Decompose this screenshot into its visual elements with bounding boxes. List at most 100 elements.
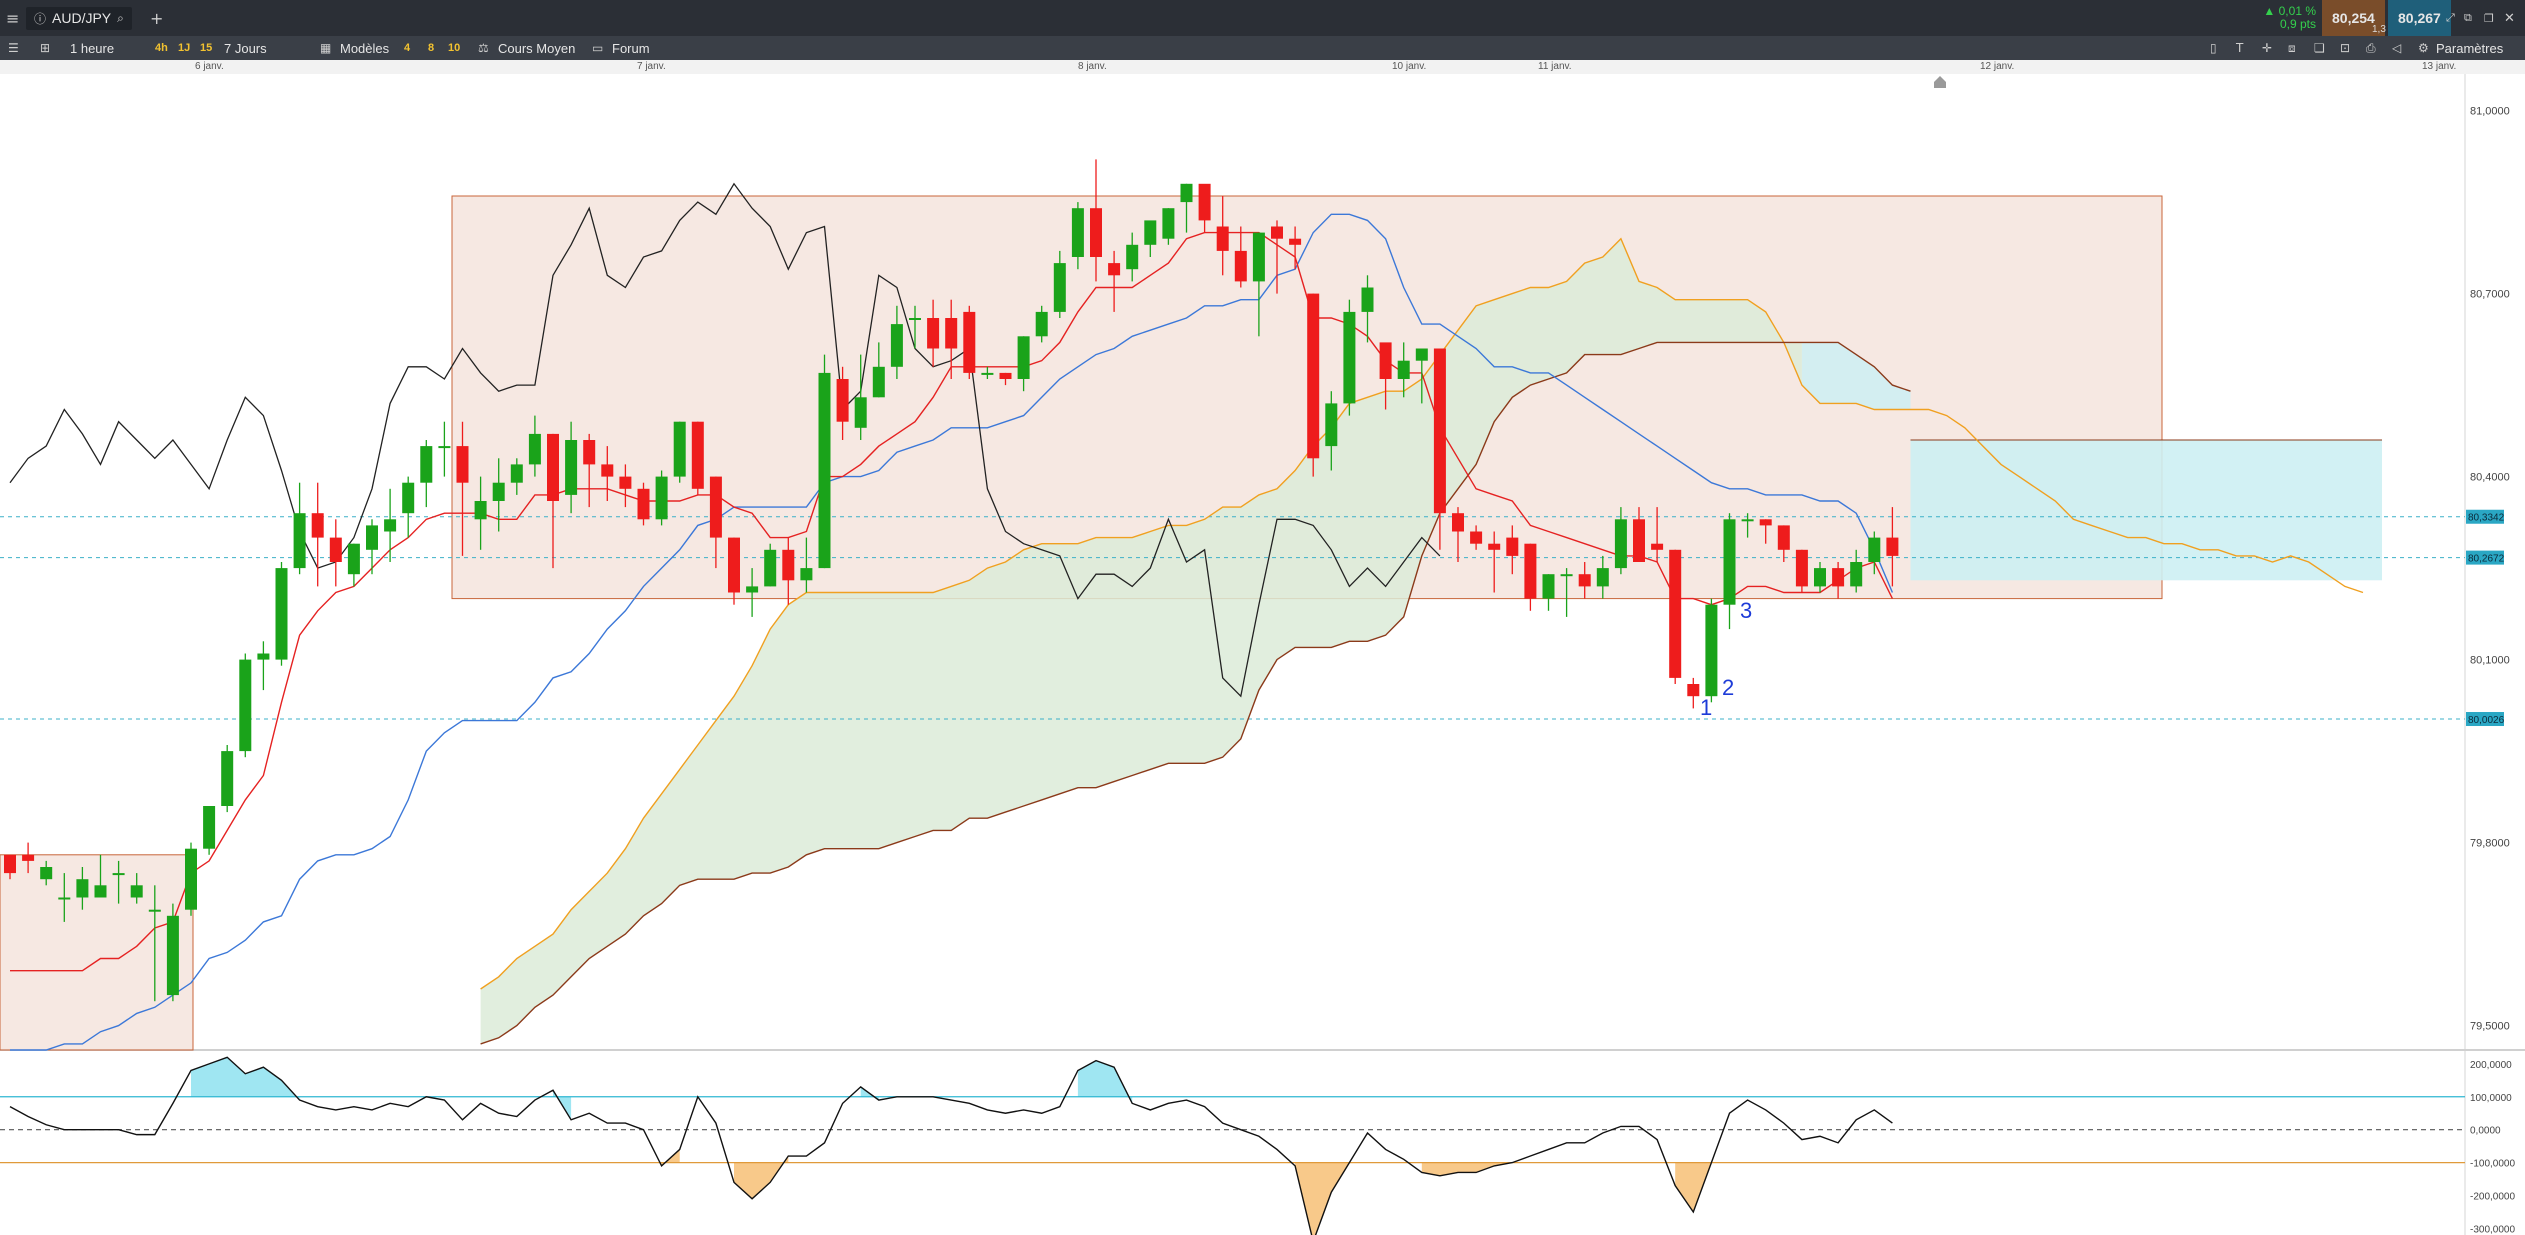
candle-body bbox=[1053, 263, 1066, 312]
ask-price[interactable]: 80,267 bbox=[2388, 0, 2451, 36]
text-tool-icon[interactable]: T bbox=[2236, 36, 2243, 60]
candle-body bbox=[1307, 293, 1320, 459]
tf-button-1j[interactable]: 1J bbox=[178, 36, 190, 60]
model-button-4[interactable]: 4 bbox=[404, 36, 410, 60]
candle-body bbox=[1271, 226, 1283, 239]
candle-body bbox=[1741, 519, 1754, 522]
chart-toolbar: ☰ ⊞ 1 heure 4h 1J 15 7 Jours ▦ Modèles 4… bbox=[0, 36, 2525, 60]
candle-body bbox=[728, 537, 740, 593]
candle-body bbox=[1035, 311, 1048, 337]
candle-body bbox=[1633, 519, 1645, 562]
copy-icon[interactable]: ❏ bbox=[2314, 36, 2325, 60]
candle-body bbox=[963, 311, 976, 373]
symbol-tab[interactable]: ⓘ AUD/JPY ⌕ bbox=[26, 0, 132, 36]
date-label: 11 janv. bbox=[1538, 61, 1572, 72]
settings-gear-icon[interactable]: ⚙ bbox=[2418, 36, 2429, 60]
cci-tick-label: 200,0000 bbox=[2470, 1060, 2512, 1071]
templates-icon[interactable]: ▦ bbox=[320, 36, 331, 60]
models-button[interactable]: Modèles bbox=[340, 36, 389, 60]
change-block: ▲ 0,01 % 0,9 pts bbox=[2250, 0, 2316, 36]
candle-body bbox=[981, 372, 994, 375]
candle-body bbox=[1705, 604, 1718, 697]
settings-button[interactable]: Paramètres bbox=[2436, 36, 2503, 60]
candle-body bbox=[1343, 311, 1356, 404]
add-tab-icon[interactable]: + bbox=[150, 0, 163, 36]
average-price-button[interactable]: Cours Moyen bbox=[498, 36, 575, 60]
period-selector[interactable]: 1 heure bbox=[70, 36, 114, 60]
search-icon[interactable]: ⌕ bbox=[117, 11, 124, 26]
candle-body bbox=[1397, 360, 1410, 379]
candle-body bbox=[1542, 574, 1555, 599]
candle-body bbox=[691, 421, 704, 489]
candle-body bbox=[528, 433, 541, 465]
candle-body bbox=[1614, 519, 1627, 569]
date-label: 13 janv. bbox=[2422, 61, 2457, 72]
candle-body bbox=[1452, 513, 1464, 532]
candle-body bbox=[1252, 232, 1265, 282]
candle-body bbox=[583, 440, 596, 465]
grid-icon[interactable]: ⊞ bbox=[40, 36, 50, 60]
close-icon[interactable]: ✕ bbox=[2504, 0, 2515, 36]
candle-body bbox=[1216, 226, 1229, 251]
forum-button[interactable]: Forum bbox=[612, 36, 650, 60]
candle-body bbox=[909, 318, 921, 320]
date-label: 12 janv. bbox=[1980, 61, 2015, 72]
panel-icon[interactable]: ▯ bbox=[2210, 36, 2217, 60]
candle-body bbox=[1071, 208, 1084, 257]
candle-body bbox=[709, 476, 722, 538]
model-button-10[interactable]: 10 bbox=[448, 36, 460, 60]
crosshair-icon[interactable]: ✛ bbox=[2262, 36, 2272, 60]
candle-body bbox=[637, 488, 650, 520]
candle-body bbox=[854, 397, 867, 428]
tf-button-4h[interactable]: 4h bbox=[155, 36, 168, 60]
candle-body bbox=[1524, 543, 1537, 599]
menu-icon[interactable]: ≡ bbox=[6, 0, 19, 36]
change-points: 0,9 pts bbox=[2279, 17, 2316, 31]
model-button-8[interactable]: 8 bbox=[428, 36, 434, 60]
date-label: 10 janv. bbox=[1392, 61, 1427, 72]
candle-body bbox=[1560, 574, 1573, 577]
lock-icon[interactable]: ⊡ bbox=[2340, 36, 2350, 60]
tf-button-7-jours[interactable]: 7 Jours bbox=[224, 36, 267, 60]
candle-body bbox=[601, 464, 614, 477]
candle-body bbox=[402, 482, 415, 514]
forum-icon[interactable]: ▭ bbox=[592, 36, 603, 60]
candle-body bbox=[456, 446, 469, 483]
candle-body bbox=[1814, 568, 1826, 587]
candle-body bbox=[347, 543, 360, 575]
candle-body bbox=[547, 433, 559, 501]
print-icon[interactable]: ⎙ bbox=[2366, 36, 2376, 60]
wave-label: 3 bbox=[1740, 598, 1752, 623]
candle-body bbox=[76, 879, 89, 898]
info-icon[interactable]: ⓘ bbox=[34, 10, 46, 27]
candle-body bbox=[94, 885, 107, 898]
candle-body bbox=[836, 379, 849, 422]
layers-icon[interactable]: ⧈ bbox=[2288, 36, 2296, 60]
candle-body bbox=[1198, 183, 1211, 221]
price-label-text: 80,2672 bbox=[2468, 554, 2505, 565]
candle-body bbox=[293, 513, 306, 569]
scale-icon[interactable]: ⚖ bbox=[478, 36, 489, 60]
instrument-bar: ≡ ⓘ AUD/JPY ⌕ + ▲ 0,01 % 0,9 pts 80,254 … bbox=[0, 0, 2525, 36]
wave-label: 1 bbox=[1700, 695, 1712, 720]
candle-body bbox=[58, 897, 71, 900]
candle-body bbox=[764, 549, 777, 587]
list-icon[interactable]: ☰ bbox=[8, 36, 19, 60]
candle-body bbox=[4, 854, 16, 874]
candle-body bbox=[1108, 263, 1121, 276]
tf-button-15[interactable]: 15 bbox=[200, 36, 212, 60]
expand-icon[interactable]: ⤢ bbox=[2446, 0, 2455, 36]
candle-body bbox=[1759, 519, 1772, 526]
price-chart[interactable]: 12 3 81,0000 80,7000 80,4000 80,1000 79,8000 79… bbox=[0, 74, 2525, 1235]
detach-icon[interactable]: ⧉ bbox=[2464, 0, 2472, 36]
candle-body bbox=[1596, 568, 1609, 587]
date-label: 8 janv. bbox=[1078, 61, 1107, 72]
candle-body bbox=[927, 318, 940, 349]
cci-tick-label: 0,0000 bbox=[2470, 1126, 2501, 1137]
restore-icon[interactable]: ❐ bbox=[2484, 0, 2494, 36]
tag-icon[interactable]: ◁ bbox=[2392, 36, 2401, 60]
candle-body bbox=[130, 885, 143, 898]
candle-body bbox=[800, 568, 813, 581]
candle-body bbox=[1017, 336, 1030, 379]
zone-box-lower bbox=[0, 854, 194, 1051]
